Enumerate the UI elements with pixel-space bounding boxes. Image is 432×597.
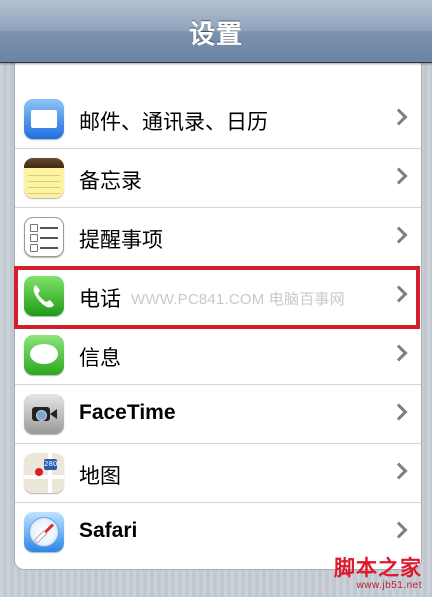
settings-item-label: 提醒事项: [79, 229, 163, 252]
chevron-right-icon: [390, 108, 408, 126]
maps-icon: 280: [24, 453, 64, 493]
chevron-right-icon: [390, 226, 408, 244]
reminders-icon: [24, 217, 64, 257]
chevron-right-icon: [390, 462, 408, 480]
settings-item-maps[interactable]: 280 地图: [15, 444, 421, 503]
highlight-box: [14, 266, 420, 329]
settings-item-label: 信息: [79, 347, 121, 370]
chevron-right-icon: [390, 403, 408, 421]
envelope-shape: [31, 110, 57, 128]
brand-watermark: 脚本之家 www.jb51.net: [334, 552, 422, 591]
chevron-right-icon: [390, 344, 408, 362]
settings-item-label: 地图: [79, 465, 121, 488]
route-shield: 280: [44, 459, 58, 470]
mail-icon: [24, 99, 64, 139]
settings-item-label: 备忘录: [79, 170, 142, 193]
chevron-right-icon: [390, 167, 408, 185]
settings-item-mail-contacts-calendars[interactable]: 邮件、通讯录、日历: [15, 90, 421, 149]
facetime-icon: [24, 394, 64, 434]
chevron-right-icon: [390, 521, 408, 539]
navigation-bar: 设置: [0, 0, 432, 63]
settings-item-label: FaceTime: [79, 401, 176, 424]
page-title: 设置: [188, 19, 243, 49]
messages-icon: [24, 335, 64, 375]
settings-item-notes[interactable]: 备忘录: [15, 149, 421, 208]
brand-name: 脚本之家: [334, 557, 422, 580]
settings-item-label: Safari: [79, 519, 138, 542]
settings-item-reminders[interactable]: 提醒事项: [15, 208, 421, 267]
settings-item-messages[interactable]: 信息: [15, 326, 421, 385]
notes-icon: [24, 158, 64, 198]
settings-item-facetime[interactable]: FaceTime: [15, 385, 421, 444]
settings-item-label: 邮件、通讯录、日历: [79, 111, 268, 134]
safari-icon: [24, 512, 64, 552]
